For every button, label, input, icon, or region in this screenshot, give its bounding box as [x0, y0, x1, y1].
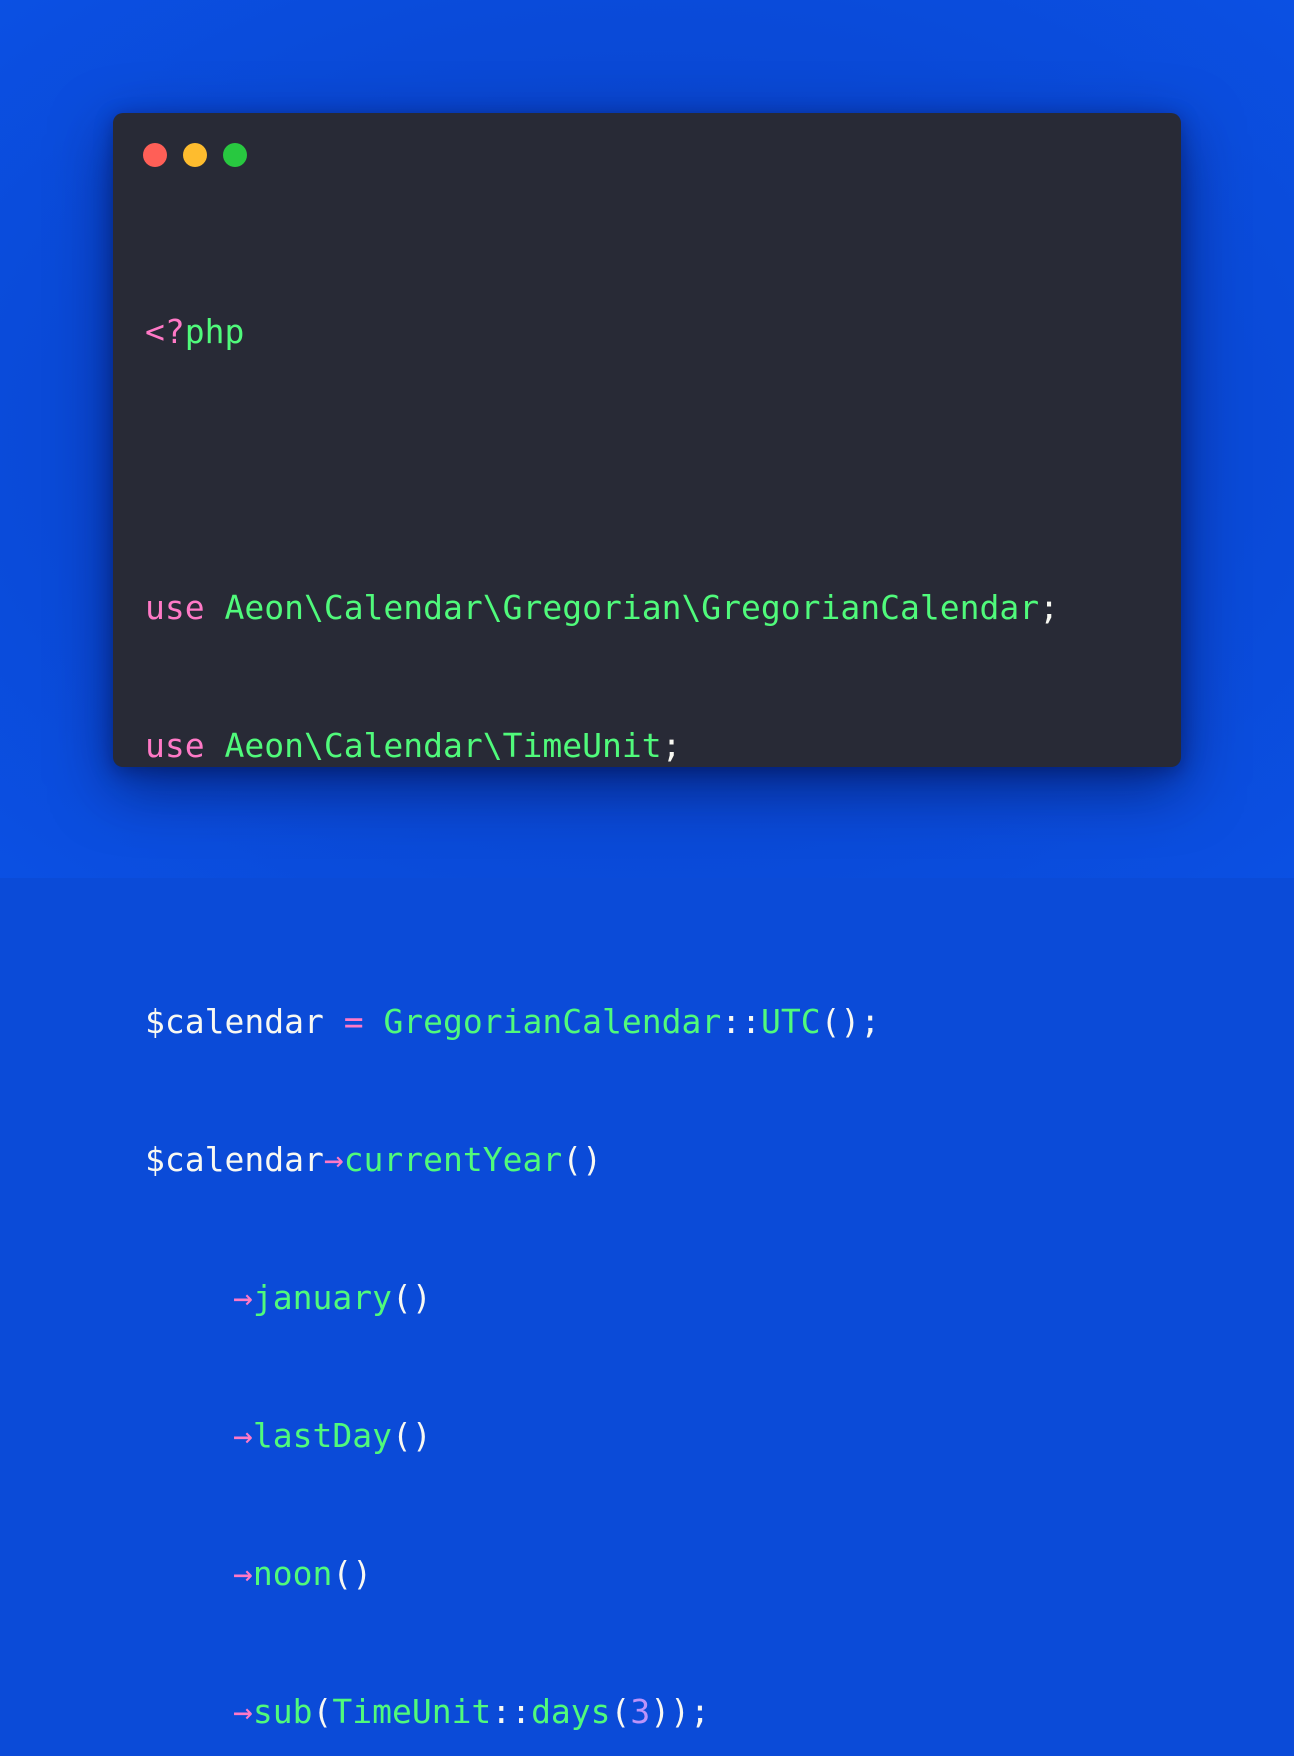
class-name: TimeUnit	[332, 1692, 492, 1731]
method-name: sub	[252, 1692, 313, 1731]
arrow-operator: →	[233, 1554, 253, 1593]
code-line-chain: →january()	[145, 1275, 1059, 1321]
arrow-operator: →	[233, 1278, 253, 1317]
code-line-php-open: <?php	[145, 309, 1059, 355]
call-end: ));	[650, 1692, 710, 1731]
close-dot-icon[interactable]	[143, 143, 167, 167]
method-name: currentYear	[343, 1140, 563, 1179]
parens: ()	[332, 1554, 373, 1593]
method-name: UTC	[760, 1002, 821, 1041]
code-line-chain-start: $calendar→currentYear()	[145, 1137, 1059, 1183]
scope-separator: ::	[721, 1002, 761, 1041]
parens: ()	[391, 1416, 432, 1455]
code-window: <?php use Aeon\Calendar\Gregorian\Gregor…	[113, 113, 1181, 1731]
use-path: Aeon\Calendar\TimeUnit	[224, 726, 662, 765]
class-name: GregorianCalendar	[383, 1002, 722, 1041]
minimize-dot-icon[interactable]	[183, 143, 207, 167]
method-name: noon	[252, 1554, 333, 1593]
method-name: january	[252, 1278, 392, 1317]
code-block: <?php use Aeon\Calendar\Gregorian\Gregor…	[145, 217, 1059, 1756]
semicolon: ;	[661, 726, 682, 765]
call-end: ();	[820, 1002, 881, 1041]
use-keyword: use	[145, 588, 205, 627]
arrow-operator: →	[323, 1140, 344, 1179]
maximize-dot-icon[interactable]	[223, 143, 247, 167]
semicolon: ;	[1039, 588, 1059, 627]
window-controls	[143, 143, 247, 167]
php-open-word: php	[184, 312, 245, 351]
use-path: Aeon\Calendar\Gregorian\GregorianCalenda…	[224, 588, 1040, 627]
code-line-use-2: use Aeon\Calendar\TimeUnit;	[145, 723, 1059, 769]
number-literal: 3	[630, 1692, 651, 1731]
use-keyword: use	[145, 726, 205, 765]
code-line-chain: →noon()	[145, 1551, 1059, 1597]
code-line-assign: $calendar = GregorianCalendar::UTC();	[145, 999, 1059, 1045]
parens: ()	[391, 1278, 432, 1317]
php-open-lt: <?	[145, 312, 185, 351]
parens: ()	[562, 1140, 602, 1179]
method-name: days	[531, 1692, 611, 1731]
arrow-operator: →	[233, 1416, 253, 1455]
method-name: lastDay	[252, 1416, 392, 1455]
scope-separator: ::	[491, 1692, 532, 1731]
paren-open: (	[610, 1692, 631, 1731]
code-line-chain-last: →sub(TimeUnit::days(3));	[145, 1689, 1059, 1735]
variable: $calendar	[145, 1002, 324, 1041]
operator: =	[343, 1002, 364, 1041]
variable: $calendar	[145, 1140, 324, 1179]
arrow-operator: →	[233, 1692, 253, 1731]
code-line-chain: →lastDay()	[145, 1413, 1059, 1459]
paren-open: (	[312, 1692, 333, 1731]
code-line-use-1: use Aeon\Calendar\Gregorian\GregorianCal…	[145, 585, 1059, 631]
